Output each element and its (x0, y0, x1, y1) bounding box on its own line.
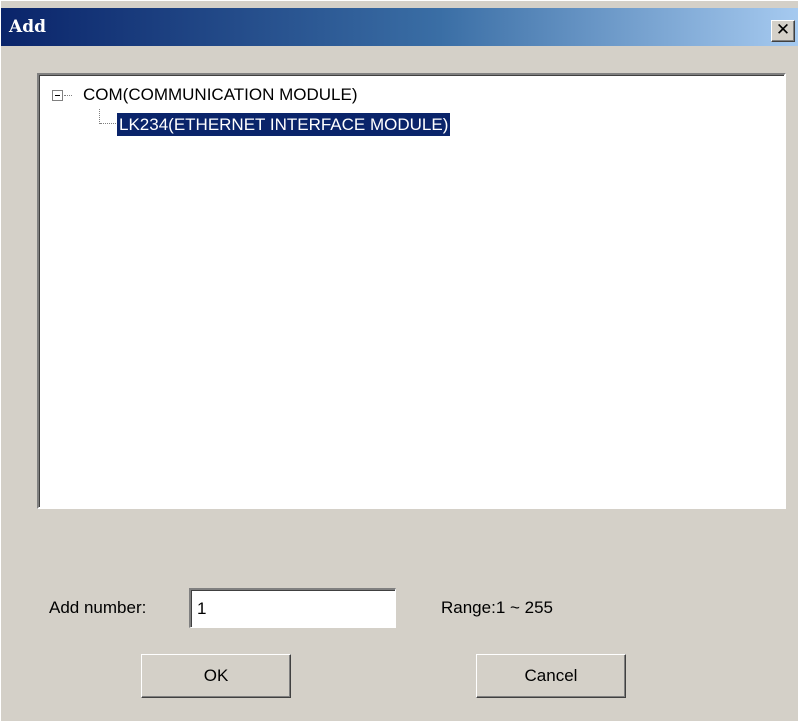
tree-node-lk234[interactable]: LK234(ETHERNET INTERFACE MODULE) (117, 113, 451, 136)
close-icon[interactable]: ✕ (771, 20, 795, 42)
cancel-button[interactable]: Cancel (476, 654, 626, 698)
tree-connector (64, 95, 72, 96)
tree-connector (100, 123, 116, 124)
title-bar[interactable]: Add ✕ (1, 8, 798, 46)
tree-node-com[interactable]: COM(COMMUNICATION MODULE) (83, 84, 358, 106)
add-number-label: Add number: (49, 598, 147, 617)
dialog-title: Add (9, 17, 46, 37)
add-dialog: Add ✕ COM(COMMUNICATION MODULE) LK234(ET… (0, 0, 798, 721)
module-tree[interactable]: COM(COMMUNICATION MODULE) LK234(ETHERNET… (37, 73, 786, 509)
range-label: Range:1 ~ 255 (441, 598, 554, 617)
ok-button[interactable]: OK (141, 654, 291, 698)
add-number-input[interactable] (189, 588, 396, 628)
tree-connector (99, 109, 100, 124)
minus-box-icon[interactable] (52, 90, 63, 101)
